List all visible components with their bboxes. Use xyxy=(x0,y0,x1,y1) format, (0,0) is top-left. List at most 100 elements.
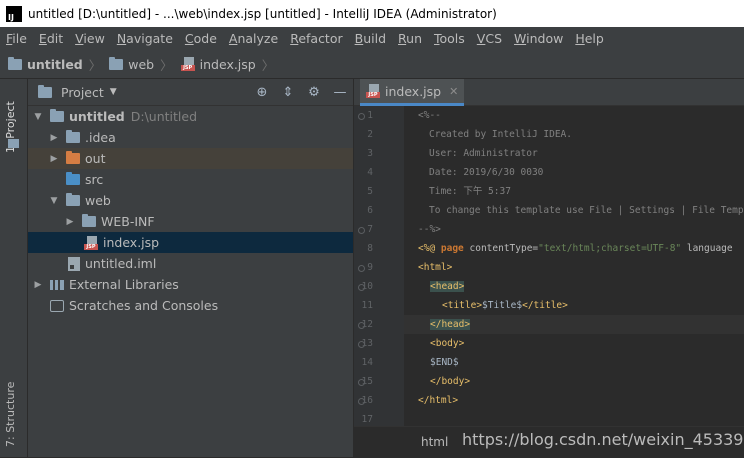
chevron-right-icon[interactable]: ▶ xyxy=(32,280,44,290)
jsp-directive-open: <%@ xyxy=(418,243,441,254)
tree-item-untitled-iml[interactable]: untitled.iml xyxy=(28,253,353,274)
line-number: 6 xyxy=(367,205,373,216)
chevron-down-icon[interactable]: ▼ xyxy=(32,112,44,122)
line-number: 2 xyxy=(367,129,373,140)
breadcrumb-label: untitled xyxy=(27,56,83,72)
line-number: 8 xyxy=(367,243,373,254)
code-line-9: <html> xyxy=(418,258,452,277)
menu-file[interactable]: File xyxy=(0,27,33,50)
tree-item-label: untitled.iml xyxy=(85,256,157,271)
editor-breadcrumb-html[interactable]: html xyxy=(421,435,448,449)
fold-marker-icon[interactable] xyxy=(358,265,365,272)
jsp-page-keyword: page xyxy=(440,243,464,254)
navigation-bar: untitled 〉 web 〉 JSP index.jsp 〉 xyxy=(0,50,744,79)
menu-bar: File Edit View Navigate Code Analyze Ref… xyxy=(0,27,744,50)
crosshair-icon[interactable]: ⊕ xyxy=(249,85,275,100)
fold-marker-icon[interactable] xyxy=(358,398,365,405)
fold-marker-icon[interactable] xyxy=(358,341,365,348)
excluded-folder-icon xyxy=(66,151,80,164)
tree-item-label: untitled xyxy=(69,109,125,124)
tree-item-src[interactable]: src xyxy=(28,169,353,190)
fold-marker-icon[interactable] xyxy=(358,113,365,120)
menu-tools[interactable]: Tools xyxy=(428,27,471,50)
breadcrumb-label: index.jsp xyxy=(199,56,256,72)
tree-item-label: index.jsp xyxy=(103,235,160,250)
menu-run[interactable]: Run xyxy=(392,27,428,50)
breadcrumb-file[interactable]: JSP index.jsp 〉 xyxy=(180,55,274,74)
window-title: untitled [D:\untitled] - ...\web\index.j… xyxy=(28,6,497,21)
line-number: 4 xyxy=(367,167,373,178)
editor-gutter: 1 2 3 4 5 6 7 8 9 10 11 12 13 14 15 16 1… xyxy=(354,106,404,426)
menu-navigate[interactable]: Navigate xyxy=(111,27,179,50)
editor-tab-label: index.jsp xyxy=(385,83,442,99)
tree-item-untitled[interactable]: ▼ untitled D:\untitled xyxy=(28,106,353,127)
jsp-attr: language xyxy=(681,243,733,254)
tree-item-web-inf[interactable]: ▶ WEB-INF xyxy=(28,211,353,232)
code-line-2: Created by IntelliJ IDEA. xyxy=(429,129,572,140)
fold-marker-icon[interactable] xyxy=(358,284,365,291)
project-panel-header: Project ▼ ⊕ ⇕ ⚙ — xyxy=(28,79,353,106)
menu-refactor[interactable]: Refactor xyxy=(284,27,348,50)
collapse-all-icon[interactable]: ⇕ xyxy=(275,85,301,100)
chevron-down-icon[interactable]: ▼ xyxy=(48,196,60,206)
fold-marker-icon[interactable] xyxy=(358,379,365,386)
code-line-7: --%> xyxy=(418,224,441,235)
chevron-down-icon[interactable]: ▼ xyxy=(110,87,117,97)
editor-breadcrumb-bar: html https://blog.csdn.net/weixin_453392… xyxy=(354,426,744,458)
fold-marker-icon[interactable] xyxy=(358,227,365,234)
menu-code[interactable]: Code xyxy=(179,27,223,50)
menu-build[interactable]: Build xyxy=(349,27,392,50)
menu-vcs[interactable]: VCS xyxy=(471,27,508,50)
code-line-15: </body> xyxy=(430,372,470,391)
jsp-file-icon: JSP xyxy=(84,235,98,250)
folder-icon xyxy=(82,214,96,227)
code-line-4: Date: 2019/6/30 0030 xyxy=(429,167,544,178)
code-text: $END$ xyxy=(430,357,459,368)
breadcrumb-project[interactable]: untitled 〉 xyxy=(8,55,101,74)
minimize-icon[interactable]: — xyxy=(327,85,353,100)
menu-help[interactable]: Help xyxy=(569,27,610,50)
chevron-right-icon[interactable]: ▶ xyxy=(64,217,76,227)
chevron-right-icon[interactable]: ▶ xyxy=(48,133,60,143)
tree-item-web[interactable]: ▼ web xyxy=(28,190,353,211)
tree-item-label: web xyxy=(85,193,111,208)
gear-icon[interactable]: ⚙ xyxy=(301,85,327,100)
breadcrumb-web[interactable]: web 〉 xyxy=(109,55,173,74)
tree-item-index-jsp[interactable]: JSP index.jsp xyxy=(28,232,353,253)
window-title-bar: IJ untitled [D:\untitled] - ...\web\inde… xyxy=(0,0,744,27)
tree-item-scratches[interactable]: Scratches and Consoles xyxy=(28,295,353,316)
code-line-16: </html> xyxy=(418,391,458,410)
menu-view[interactable]: View xyxy=(69,27,111,50)
tree-item-out[interactable]: ▶ out xyxy=(28,148,353,169)
code-line-10: <head> xyxy=(430,277,465,296)
code-editor[interactable]: <%-- Created by IntelliJ IDEA. User: Adm… xyxy=(404,106,744,426)
html-tag: </body> xyxy=(430,376,471,387)
menu-analyze[interactable]: Analyze xyxy=(223,27,284,50)
fold-marker-icon[interactable] xyxy=(358,322,365,329)
code-line-5: Time: 下午 5:37 xyxy=(429,186,511,197)
menu-edit[interactable]: Edit xyxy=(33,27,69,50)
html-tag: <head> xyxy=(430,281,465,292)
folder-icon xyxy=(8,139,19,148)
folder-icon xyxy=(38,84,52,98)
line-number: 14 xyxy=(361,357,373,368)
close-icon[interactable]: ✕ xyxy=(449,85,458,98)
breadcrumb-label: web xyxy=(128,56,155,72)
menu-window[interactable]: Window xyxy=(508,27,569,50)
html-tag: <html> xyxy=(418,262,453,273)
code-line-13: <body> xyxy=(430,334,464,353)
chevron-right-icon[interactable]: ▶ xyxy=(48,154,60,164)
module-folder-icon xyxy=(8,56,22,70)
tree-item-idea[interactable]: ▶ .idea xyxy=(28,127,353,148)
jsp-attr-value: "text/html;charset=UTF-8" xyxy=(538,243,682,254)
jsp-attr: contentType= xyxy=(463,243,539,254)
tree-item-external-libraries[interactable]: ▶ External Libraries xyxy=(28,274,353,295)
editor-tab-index-jsp[interactable]: JSP index.jsp ✕ xyxy=(360,79,465,106)
tree-item-label: src xyxy=(85,172,104,187)
line-number: 3 xyxy=(367,148,373,159)
line-number: 17 xyxy=(361,414,373,425)
project-view-selector[interactable]: Project xyxy=(61,85,104,100)
tab-structure-tool-window[interactable]: 7: Structure xyxy=(4,382,17,447)
module-folder-icon xyxy=(50,109,64,122)
source-folder-icon xyxy=(66,172,80,185)
